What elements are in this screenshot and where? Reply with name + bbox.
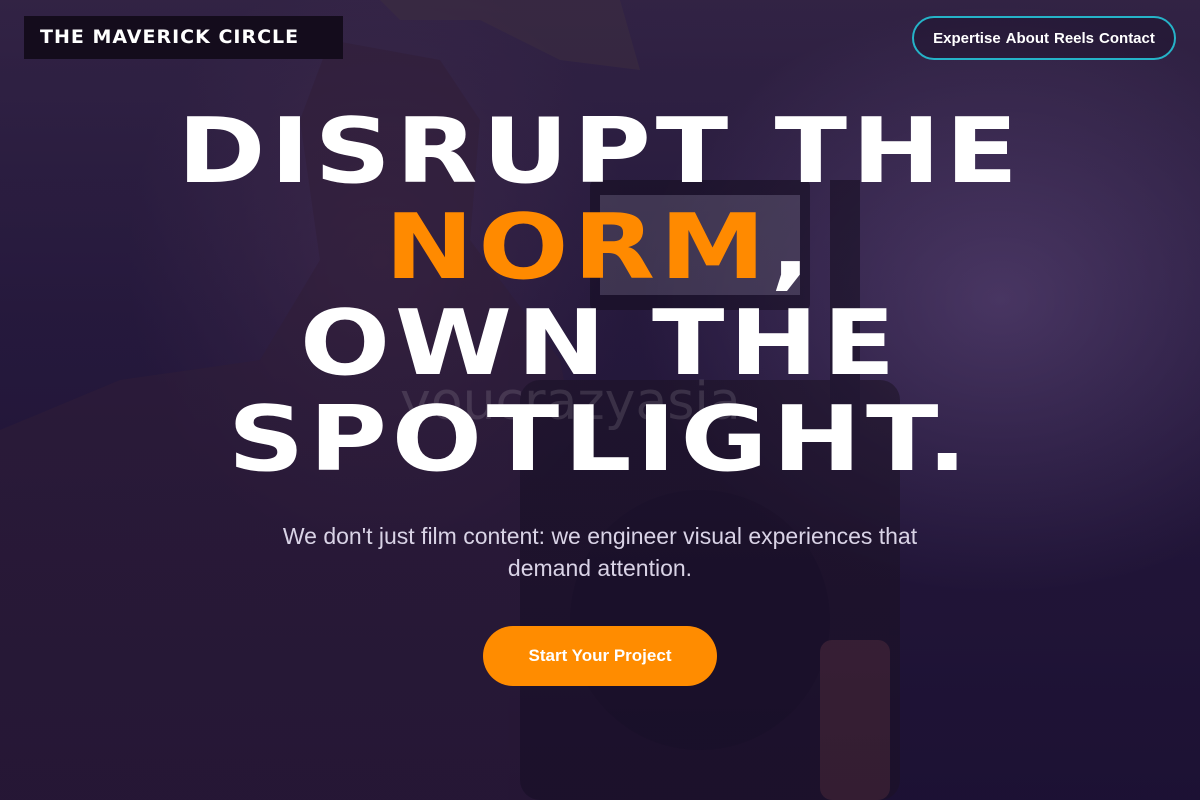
hero-subtitle: We don't just film content: we engineer … (282, 523, 918, 581)
hero-headline: DISRUPT THE NORM, OWN THE SPOTLIGHT. (0, 104, 1200, 488)
headline-line-4: SPOTLIGHT. (227, 387, 973, 492)
headline-accent: NORM (384, 195, 771, 300)
brand-logo[interactable]: THE MAVERICK CIRCLE (24, 16, 343, 59)
headline-comma: , (770, 195, 816, 300)
headline-line-3: OWN THE (299, 291, 901, 396)
nav-link-expertise[interactable]: Expertise (933, 30, 1001, 47)
hero-section: THE MAVERICK CIRCLE Expertise About Reel… (0, 0, 1200, 800)
nav-link-contact[interactable]: Contact (1099, 30, 1155, 47)
nav-link-about[interactable]: About (1006, 30, 1049, 47)
main-nav: Expertise About Reels Contact (912, 16, 1176, 60)
nav-link-reels[interactable]: Reels (1054, 30, 1094, 47)
headline-line-1: DISRUPT THE (177, 99, 1023, 204)
start-project-button[interactable]: Start Your Project (483, 626, 717, 686)
